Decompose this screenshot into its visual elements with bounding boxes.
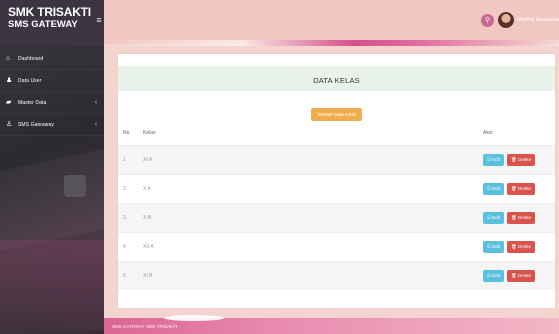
delete-button[interactable]: 🗑 Delete	[507, 212, 536, 224]
footer-wave-decoration	[164, 315, 224, 321]
folder-icon: ▰	[6, 98, 12, 106]
user-menu[interactable]: ⚲ Martha Gracsella	[481, 12, 559, 28]
data-kelas-card: DATA KELAS Tambah Data Kelas No Kelas Ak…	[118, 54, 555, 308]
sidebar-item-data-user[interactable]: ♟ Data User	[0, 70, 104, 92]
row-number: 1	[123, 157, 126, 163]
topbar: ⚲ Martha Gracsella	[104, 0, 559, 46]
user-icon: ♙	[6, 120, 13, 128]
footer-text: SMS GATEWAY SMK TRISAKTI	[112, 324, 178, 329]
edit-button[interactable]: ☑ Edit	[483, 270, 505, 282]
row-number: 5	[123, 273, 126, 279]
edit-button[interactable]: ☑ Edit	[483, 241, 505, 253]
edit-button[interactable]: ☑ Edit	[483, 212, 505, 224]
column-header-no: No	[123, 130, 130, 136]
footer: SMS GATEWAY SMK TRISAKTI	[104, 315, 559, 334]
table-row: 1 XI A ☑ Edit 🗑 Delete	[118, 145, 555, 174]
sidebar-item-master-data[interactable]: ▰ Master Data ‹	[0, 92, 104, 114]
table-header: No Kelas Aksi	[118, 121, 555, 145]
row-number: 4	[123, 244, 126, 250]
username[interactable]: Martha Gracsella	[517, 17, 559, 23]
delete-button[interactable]: 🗑 Delete	[507, 183, 536, 195]
brand-subtitle: SMS GATEWAY	[8, 19, 78, 30]
sidebar-item-dashboard[interactable]: ⌂ Dashboard	[0, 48, 104, 70]
sidebar-decoration	[0, 240, 104, 330]
delete-button[interactable]: 🗑 Delete	[507, 270, 536, 282]
table-row: 4 XII A ☑ Edit 🗑 Delete	[118, 232, 555, 261]
edit-button[interactable]: ☑ Edit	[483, 154, 505, 166]
sidebar-item-label: Dashboard	[18, 55, 44, 62]
sidebar-decoration	[0, 148, 104, 252]
sidebar-item-label: Master Data	[18, 99, 47, 106]
chevron-left-icon: ‹	[95, 99, 97, 106]
sidebar-item-label: Data User	[18, 77, 42, 84]
sidebar-menu: ⌂ Dashboard ♟ Data User ▰ Master Data ‹ …	[0, 48, 104, 136]
row-kelas: XI B	[143, 273, 153, 279]
row-number: 2	[123, 186, 126, 192]
delete-button[interactable]: 🗑 Delete	[507, 154, 536, 166]
search-icon[interactable]: ⚲	[481, 13, 495, 27]
row-number: 3	[123, 215, 126, 221]
sidebar: SMK TRISAKTI SMS GATEWAY ≡ ⌂ Dashboard ♟…	[0, 0, 104, 334]
card-header: DATA KELAS	[118, 66, 555, 91]
table-row: 3 X B ☑ Edit 🗑 Delete	[118, 203, 555, 232]
sidebar-item-sms-gateaway[interactable]: ♙ SMS Gateaway ‹	[0, 114, 104, 136]
page-title: DATA KELAS	[313, 76, 360, 85]
table-row: 2 X A ☑ Edit 🗑 Delete	[118, 174, 555, 203]
avatar[interactable]	[498, 12, 515, 28]
hamburger-icon[interactable]: ≡	[94, 12, 104, 28]
edit-button[interactable]: ☑ Edit	[483, 183, 505, 195]
users-icon: ♟	[6, 76, 13, 84]
row-kelas: X A	[143, 186, 151, 192]
column-header-aksi: Aksi	[483, 130, 493, 136]
home-icon: ⌂	[6, 54, 11, 62]
add-kelas-button[interactable]: Tambah Data Kelas	[310, 108, 363, 121]
delete-button[interactable]: 🗑 Delete	[507, 241, 536, 253]
sidebar-item-label: SMS Gateaway	[18, 121, 54, 128]
topbar-wave-decoration	[104, 40, 559, 46]
column-header-kelas: Kelas	[143, 130, 156, 136]
sidebar-decoration	[64, 175, 86, 197]
row-kelas: XII A	[143, 244, 154, 250]
row-kelas: XI A	[143, 157, 153, 163]
chevron-left-icon: ‹	[95, 121, 97, 128]
brand-title: SMK TRISAKTI	[8, 5, 91, 19]
table-row: 5 XI B ☑ Edit 🗑 Delete	[118, 261, 555, 290]
row-kelas: X B	[143, 215, 152, 221]
brand: SMK TRISAKTI SMS GATEWAY ≡	[0, 0, 104, 46]
